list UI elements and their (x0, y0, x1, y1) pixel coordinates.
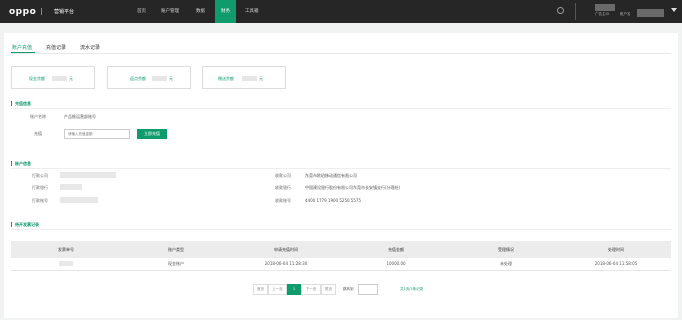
cash-balance-card: 现金余额 元 (11, 66, 95, 89)
payer-account-label: 打款账号 (32, 198, 48, 203)
nav-account-management[interactable]: 账户管理 (161, 0, 179, 23)
nav-toolbox[interactable]: 工具箱 (245, 0, 259, 23)
table-row[interactable]: 现金账户 2018-06-04 11:28:30 10000.00 未处理 20… (11, 258, 671, 271)
user-icon[interactable] (557, 7, 564, 14)
status-cell: 未处理 (451, 258, 561, 271)
redacted-cash-amount (52, 76, 67, 81)
account-name-label: 账户名 (620, 12, 631, 16)
tab-divider (11, 53, 671, 54)
jump-to-label: 跳转到 (343, 287, 354, 291)
brand-logo[interactable]: oppo (9, 7, 36, 17)
top-navbar: oppo 营销平台 首页 账户管理 数据 财务 工具箱 广告主ID 账户名 (0, 0, 682, 23)
payee-account-value: 4400 1779 1900 5250 5575 (305, 198, 361, 203)
section-divider (11, 168, 671, 169)
column-header: 充值金额 (341, 241, 451, 258)
next-page-button[interactable]: 下一页 (301, 284, 321, 295)
redacted-payer-company (60, 172, 116, 178)
logo-divider (41, 8, 42, 15)
redacted-payer-account (60, 197, 98, 203)
gift-balance-unit: 元 (259, 76, 263, 81)
recharge-amount-input[interactable] (64, 129, 130, 139)
redacted-gift-amount (242, 76, 257, 81)
recharge-amount-field[interactable] (65, 130, 129, 138)
redacted-rebate-amount (152, 76, 167, 81)
pending-invoice-table: 发票单号 账户类型 申请充值时间 充值金额 受理情况 处理时间 现金账户 201… (11, 241, 671, 271)
gift-balance-card: 赠送余额 元 (202, 66, 286, 89)
column-header: 账户类型 (121, 241, 231, 258)
payee-company-value: 东莞市欧珀移动通信有限公司 (305, 173, 357, 178)
redacted-payer-bank (60, 184, 82, 190)
redacted-advertiser-id (595, 4, 615, 11)
page-1-button[interactable]: 1 (287, 284, 301, 295)
amount-cell: 10000.00 (341, 258, 451, 271)
gift-balance-label: 赠送余额 (218, 76, 234, 81)
account-name-value: 产品推运营部账号 (64, 114, 96, 119)
account-type-cell: 现金账户 (121, 258, 231, 271)
payee-account-label: 收款账号 (275, 198, 291, 203)
total-records-link[interactable]: 共1页/1条记录 (400, 287, 423, 292)
tab-recharge-records[interactable]: 充值记录 (46, 44, 66, 51)
first-page-button[interactable]: 首页 (253, 284, 268, 295)
rebate-balance-label: 返点余额 (130, 76, 146, 81)
tab-flow-records[interactable]: 流水记录 (80, 44, 100, 51)
chevron-down-icon[interactable] (671, 8, 677, 12)
section-divider (11, 108, 671, 109)
rebate-balance-card: 返点余额 元 (107, 66, 191, 89)
recharge-now-button[interactable]: 立即充值 (137, 129, 167, 139)
prev-page-button[interactable]: 上一页 (268, 284, 287, 295)
user-divider (575, 3, 576, 20)
apply-time-cell: 2018-06-04 11:28:30 (231, 258, 341, 271)
pending-invoice-title: 待开发票记录 (11, 222, 39, 227)
recharge-info-title: 充值信息 (11, 101, 31, 106)
recharge-amount-label: 充值 (34, 131, 42, 136)
redacted-invoice-number (59, 260, 73, 266)
rebate-balance-unit: 元 (169, 76, 173, 81)
redacted-account-name (637, 9, 664, 17)
tab-account-recharge[interactable]: 账户充值 (12, 44, 32, 51)
table-header-row: 发票单号 账户类型 申请充值时间 充值金额 受理情况 处理时间 (11, 241, 671, 258)
nav-finance[interactable]: 财务 (215, 0, 236, 23)
payee-bank-value: 中国建设银行股份有限公司东莞市长安镇支行(分理处) (305, 185, 401, 190)
jump-page-input[interactable] (358, 284, 378, 295)
cash-balance-label: 现金余额 (29, 76, 45, 81)
payer-bank-label: 打款银行 (32, 185, 48, 190)
column-header: 申请充值时间 (231, 241, 341, 258)
column-header: 发票单号 (11, 241, 121, 258)
account-info-title: 账户信息 (11, 161, 31, 166)
column-header: 受理情况 (451, 241, 561, 258)
payee-bank-label: 收款银行 (275, 185, 291, 190)
last-page-button[interactable]: 尾页 (321, 284, 336, 295)
account-name-field-label: 账户名称 (30, 114, 46, 119)
nav-home[interactable]: 首页 (137, 0, 146, 23)
cash-balance-unit: 元 (69, 76, 73, 81)
payer-company-label: 打款公司 (32, 173, 48, 178)
column-header: 处理时间 (561, 241, 671, 258)
advertiser-id-label: 广告主ID (595, 12, 610, 16)
process-time-cell: 2018-06-04 11:58:05 (561, 258, 671, 271)
platform-title: 营销平台 (54, 9, 75, 15)
invoice-number-cell (11, 258, 121, 271)
section-divider (11, 229, 671, 230)
nav-data[interactable]: 数据 (196, 0, 205, 23)
payee-company-label: 收款公司 (275, 173, 291, 178)
